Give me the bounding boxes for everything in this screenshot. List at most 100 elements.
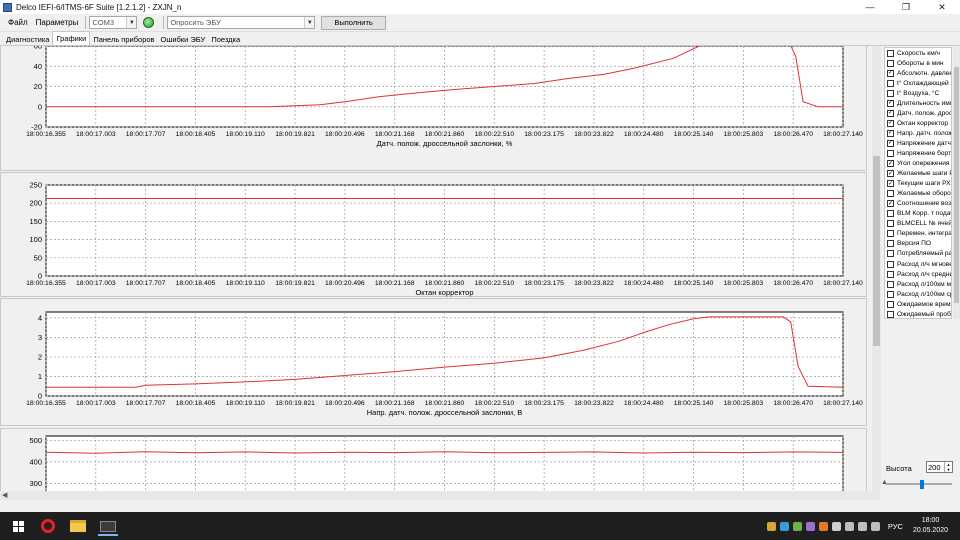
tray-app-icon[interactable] [818, 521, 828, 531]
spin-arrows-icon[interactable]: ▲ ▼ [944, 462, 952, 472]
checkbox-checked-icon[interactable]: ✓ [887, 170, 894, 178]
explorer-taskbar-button[interactable] [66, 516, 90, 536]
checkbox-icon[interactable] [887, 310, 894, 318]
x-tick-label: 18:00:22.510 [474, 400, 514, 407]
clock[interactable]: 18:00 20.05.2020 [913, 516, 948, 536]
checkbox-icon[interactable] [887, 49, 894, 57]
checkbox-checked-icon[interactable]: ✓ [887, 180, 894, 188]
minimize-button[interactable]: — [852, 0, 888, 14]
checkbox-icon[interactable] [887, 270, 894, 278]
tray-app-icon[interactable] [831, 521, 841, 531]
chart-4[interactable]: 50040030020010018:00:16.35518:00:17.0031… [0, 428, 870, 491]
checkbox-icon[interactable] [887, 79, 894, 87]
tab-diagnostics[interactable]: Диагностика [3, 33, 52, 45]
param-item[interactable]: Ожидаемое время р [885, 299, 951, 309]
execute-button[interactable]: Выполнить [321, 15, 386, 30]
tray-app-icon[interactable] [805, 521, 815, 531]
chart-2[interactable]: 25020015010050018:00:16.355 18:00:17.003 1… [0, 172, 870, 297]
checkbox-icon[interactable] [887, 190, 894, 198]
tray-app-icon[interactable] [779, 521, 789, 531]
checkbox-checked-icon[interactable]: ✓ [887, 139, 894, 147]
y-tick-label: 3 [38, 333, 42, 342]
height-input[interactable]: 200 ▲ ▼ [926, 461, 953, 473]
param-item[interactable]: ✓ Желаемые шаги РХ [885, 169, 951, 179]
param-item[interactable]: ✓Абсолютн. давлен. в [885, 68, 951, 78]
checkbox-icon[interactable] [887, 149, 894, 157]
opera-taskbar-button[interactable] [36, 516, 60, 536]
checkbox-icon[interactable] [887, 260, 894, 268]
param-item[interactable]: t° Охлаждающей жи [885, 78, 951, 88]
checkbox-icon[interactable] [887, 250, 894, 258]
param-item[interactable]: Напряжение бортсе [885, 148, 951, 158]
chart-1[interactable]: 6040200-2018:00:16.355 18:00:17.003 18:00:… [0, 46, 870, 171]
tab-trip[interactable]: Поездка [208, 33, 243, 45]
tab-ecu-errors[interactable]: Ошибки ЭБУ [158, 33, 209, 45]
param-item[interactable]: BLM Корр. т подачи [885, 209, 951, 219]
param-item[interactable]: Скорость км/ч [885, 48, 951, 58]
checkbox-icon[interactable] [887, 210, 894, 218]
checkbox-icon[interactable] [887, 220, 894, 228]
close-button[interactable]: ✕ [924, 0, 960, 14]
param-item[interactable]: Расход л/100км мгн [885, 279, 951, 289]
checkbox-checked-icon[interactable]: ✓ [887, 119, 894, 127]
params-scrollbar[interactable] [953, 47, 960, 319]
param-item[interactable]: t° Воздуха, °C [885, 88, 951, 98]
connection-status-icon[interactable] [143, 17, 155, 28]
maximize-button[interactable]: ❐ [888, 0, 924, 14]
chart-3[interactable]: 4321018:00:16.355 18:00:17.003 18:00:17.70… [0, 298, 870, 426]
scroll-left-icon[interactable]: ◀ [2, 491, 7, 499]
language-indicator[interactable]: РУС [888, 522, 903, 531]
scrollbar-thumb[interactable] [873, 156, 880, 346]
checkbox-checked-icon[interactable]: ✓ [887, 69, 894, 77]
param-item[interactable]: Расход л/ч средний [885, 269, 951, 279]
battery-icon[interactable] [870, 521, 880, 531]
menu-params[interactable]: Параметры [32, 18, 83, 27]
checkbox-icon[interactable] [887, 59, 894, 67]
param-item[interactable]: ✓ Длительность импу [885, 98, 951, 108]
tab-dashboard[interactable]: Панель приборов [90, 33, 157, 45]
param-item[interactable]: Обороты в мин [885, 58, 951, 68]
param-item[interactable]: ✓ Текущие шаги РХХ [885, 179, 951, 189]
param-item[interactable]: Версия ПО [885, 239, 951, 249]
param-item[interactable]: Ожидаемый пробег [885, 309, 951, 318]
checkbox-checked-icon[interactable]: ✓ [887, 129, 894, 137]
delco-taskbar-button[interactable] [96, 516, 120, 536]
tab-charts[interactable]: Графики [52, 31, 91, 45]
param-item[interactable]: BLMCELL № ячейки [885, 219, 951, 229]
checkbox-icon[interactable] [887, 280, 894, 288]
param-item[interactable]: Перемен. интеграт [885, 229, 951, 239]
param-item[interactable]: ✓ Датч. полож. дросс [885, 108, 951, 118]
network-icon[interactable] [844, 521, 854, 531]
checkbox-icon[interactable] [887, 89, 894, 97]
height-slider[interactable] [886, 480, 952, 489]
param-item[interactable]: ✓ Соотношение возду [885, 199, 951, 209]
tray-app-icon[interactable] [766, 521, 776, 531]
slider-knob[interactable] [920, 480, 924, 489]
charts-area[interactable]: 60 40 20 0 -20 18:00:16.355 18:00:17.003 18:00:… [0, 46, 870, 491]
checkbox-checked-icon[interactable]: ✓ [887, 99, 894, 107]
charts-horizontal-scrollbar[interactable]: ◀ [0, 491, 880, 500]
tray-app-icon[interactable] [792, 521, 802, 531]
checkbox-icon[interactable] [887, 300, 894, 308]
param-item[interactable]: ✓ Угол опережения з [885, 159, 951, 169]
checkbox-checked-icon[interactable]: ✓ [887, 109, 894, 117]
checkbox-icon[interactable] [887, 290, 894, 298]
checkbox-icon[interactable] [887, 230, 894, 238]
checkbox-checked-icon[interactable]: ✓ [887, 160, 894, 168]
param-item[interactable]: ✓Напр. датч. полож. д [885, 128, 951, 138]
volume-icon[interactable] [857, 521, 867, 531]
param-item[interactable]: Потребляемый расх [885, 249, 951, 259]
start-button[interactable] [6, 516, 30, 536]
param-item[interactable]: Расход л/100км сре [885, 289, 951, 299]
checkbox-checked-icon[interactable]: ✓ [887, 200, 894, 208]
ecu-request-select[interactable]: Опросить ЭБУ ▼ [167, 16, 316, 29]
scrollbar-thumb[interactable] [954, 67, 959, 303]
checkbox-icon[interactable] [887, 240, 894, 248]
param-item[interactable]: ✓ Напряжение датчик [885, 138, 951, 148]
param-item[interactable]: Расход л/ч мгновен [885, 259, 951, 269]
charts-vertical-scrollbar[interactable] [872, 46, 881, 491]
menu-file[interactable]: Файл [4, 18, 32, 27]
param-item[interactable]: Желаемые оборот [885, 189, 951, 199]
param-item[interactable]: ✓ Октан корректор [885, 118, 951, 128]
port-select[interactable]: COM3 ▼ [89, 16, 138, 29]
